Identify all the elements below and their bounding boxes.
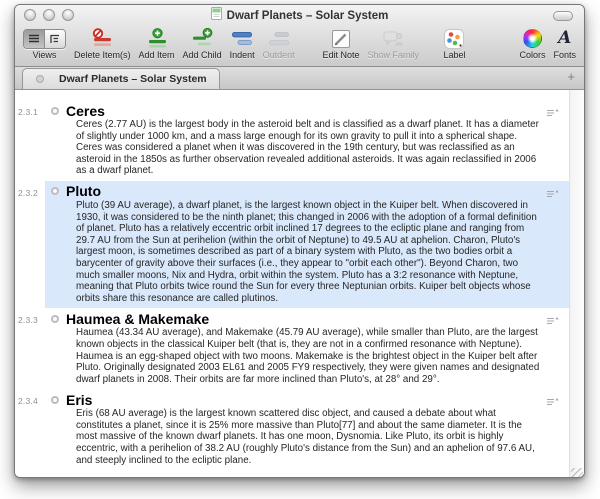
delete-item-icon (90, 27, 114, 50)
item-head: Eris (51, 391, 561, 408)
outdent-button: Outdent (263, 27, 295, 60)
fonts-icon: A (558, 27, 571, 50)
resize-grip[interactable] (571, 468, 583, 478)
document-icon (211, 7, 222, 25)
note-indicator-icon[interactable] (546, 104, 559, 122)
item-bullet[interactable] (51, 107, 59, 115)
item-body[interactable]: Ceres (2.77 AU) is the largest body in t… (76, 119, 561, 177)
window-title: Dwarf Planets – Solar System (227, 10, 389, 22)
item-head: Pluto (51, 183, 561, 200)
note-indicator-icon[interactable] (546, 185, 559, 203)
outline-view-icon (49, 33, 61, 45)
outline-view[interactable]: 2.3.1 Ceres Ceres (2.77 AU) is the large… (15, 90, 584, 478)
indent-button[interactable]: Indent (230, 27, 255, 60)
edit-note-icon (330, 27, 352, 50)
item-title[interactable]: Haumea & Makemake (66, 311, 209, 327)
note-indicator-icon[interactable] (546, 312, 559, 330)
tab-close-icon[interactable] (36, 75, 44, 83)
item-bullet[interactable] (51, 315, 59, 323)
item-title[interactable]: Ceres (66, 103, 105, 119)
note-indicator-icon[interactable] (546, 393, 559, 411)
views-segmented-control (23, 29, 66, 49)
add-item-icon (145, 27, 169, 50)
views-control: Views (23, 27, 66, 60)
vertical-scrollbar[interactable] (569, 90, 584, 478)
tab-bar: Dwarf Planets – Solar System + (15, 67, 584, 90)
item-bullet[interactable] (51, 187, 59, 195)
add-item-button[interactable]: Add Item (139, 27, 175, 60)
item-main[interactable]: Ceres Ceres (2.77 AU) is the largest bod… (45, 100, 569, 181)
indent-icon (230, 27, 254, 50)
item-head: Haumea & Makemake (51, 310, 561, 327)
show-family-icon (381, 27, 405, 50)
item-body[interactable]: Eris (68 AU average) is the largest know… (76, 408, 561, 466)
screenshot-root: Dwarf Planets – Solar System (0, 0, 600, 499)
tab-dwarf-planets[interactable]: Dwarf Planets – Solar System (22, 68, 220, 89)
item-number: 2.3.1 (15, 100, 45, 181)
outdent-icon (267, 27, 291, 50)
item-body[interactable]: Pluto (39 AU average), a dwarf planet, i… (76, 200, 561, 304)
title-area: Dwarf Planets – Solar System (15, 5, 584, 26)
add-child-button[interactable]: Add Child (183, 27, 222, 60)
edit-note-button[interactable]: Edit Note (323, 27, 360, 60)
outline-items: 2.3.1 Ceres Ceres (2.77 AU) is the large… (15, 100, 569, 470)
item-main[interactable]: Haumea & Makemake Haumea (43.34 AU avera… (45, 308, 569, 389)
item-number: 2.3.3 (15, 308, 45, 389)
toolbar: Views Delete Item(s) Add Item (15, 26, 584, 66)
views-icons (23, 27, 66, 50)
outline-item-pluto[interactable]: 2.3.2 Pluto Pluto (39 AU average), a dwa… (15, 181, 569, 308)
label-icon (443, 27, 465, 50)
item-title[interactable]: Eris (66, 392, 92, 408)
new-tab-button[interactable]: + (567, 69, 575, 85)
window-chrome: Dwarf Planets – Solar System (15, 5, 584, 67)
item-main[interactable]: Pluto Pluto (39 AU average), a dwarf pla… (45, 181, 569, 308)
item-head: Ceres (51, 102, 561, 119)
add-child-icon (190, 27, 214, 50)
item-number: 2.3.4 (15, 389, 45, 470)
delete-item-button[interactable]: Delete Item(s) (74, 27, 131, 60)
item-title[interactable]: Pluto (66, 183, 101, 199)
fonts-button[interactable]: A Fonts (553, 27, 576, 60)
item-main[interactable]: Eris Eris (68 AU average) is the largest… (45, 389, 569, 470)
colors-button[interactable]: Colors (519, 27, 545, 60)
views-label: Views (33, 50, 57, 60)
tab-label: Dwarf Planets – Solar System (59, 73, 207, 85)
outline-item-haumea-makemake[interactable]: 2.3.3 Haumea & Makemake Haumea (43.34 AU… (15, 308, 569, 389)
item-body[interactable]: Haumea (43.34 AU average), and Makemake … (76, 327, 561, 385)
item-bullet[interactable] (51, 396, 59, 404)
outline-item-ceres[interactable]: 2.3.1 Ceres Ceres (2.77 AU) is the large… (15, 100, 569, 181)
colors-icon (523, 27, 542, 50)
list-view-button[interactable] (24, 30, 44, 48)
outline-view-button[interactable] (44, 30, 65, 48)
show-family-button: Show Family (368, 27, 420, 60)
label-button[interactable]: Label (443, 27, 465, 60)
window-titlebar[interactable]: Dwarf Planets – Solar System (15, 5, 584, 26)
outline-item-eris[interactable]: 2.3.4 Eris Eris (68 AU average) is the l… (15, 389, 569, 470)
app-window: Dwarf Planets – Solar System (14, 4, 585, 478)
list-view-icon (28, 33, 40, 45)
item-number: 2.3.2 (15, 181, 45, 308)
toolbar-toggle-button[interactable] (553, 11, 573, 21)
